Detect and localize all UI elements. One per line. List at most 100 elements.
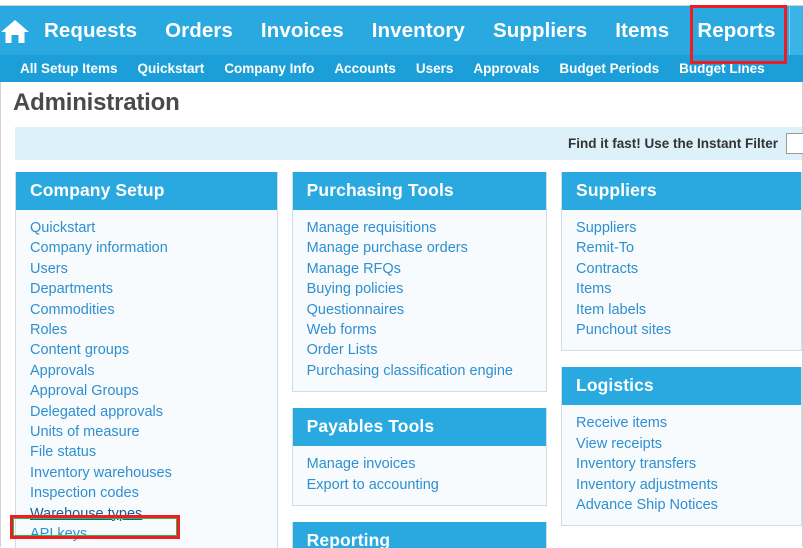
link-remit-to[interactable]: Remit-To [576, 240, 634, 256]
link-file-status[interactable]: File status [30, 444, 96, 460]
list-item[interactable]: Questionnaires [293, 300, 546, 320]
link-manage-invoices[interactable]: Manage invoices [307, 456, 416, 472]
subnav-item-users[interactable]: Users [416, 61, 454, 76]
list-item[interactable]: Manage RFQs [293, 259, 546, 279]
nav-item-suppliers[interactable]: Suppliers [479, 6, 601, 55]
link-commodities[interactable]: Commodities [30, 302, 115, 318]
nav-item-orders[interactable]: Orders [151, 6, 247, 55]
list-item[interactable]: Units of measure [16, 422, 277, 442]
list-item[interactable]: Contracts [562, 259, 801, 279]
link-content-groups[interactable]: Content groups [30, 342, 129, 358]
list-item[interactable]: Departments [16, 279, 277, 299]
list-item[interactable]: Manage purchase orders [293, 238, 546, 258]
list-item[interactable]: File status [16, 442, 277, 462]
link-manage-rfqs[interactable]: Manage RFQs [307, 261, 401, 277]
link-approval-groups[interactable]: Approval Groups [30, 383, 139, 399]
list-item[interactable]: Suppliers [562, 218, 801, 238]
link-inventory-transfers[interactable]: Inventory transfers [576, 456, 696, 472]
link-manage-purchase-orders[interactable]: Manage purchase orders [307, 240, 468, 256]
link-suppliers[interactable]: Suppliers [576, 220, 636, 236]
list-item[interactable]: Manage invoices [293, 454, 546, 474]
list-item[interactable]: Inventory warehouses [16, 463, 277, 483]
link-delegated-approvals[interactable]: Delegated approvals [30, 404, 163, 420]
nav-item-items[interactable]: Items [601, 6, 683, 55]
list-item[interactable]: Punchout sites [562, 320, 801, 340]
list-item[interactable]: Export to accounting [293, 475, 546, 495]
panel-list-company-setup: Quickstart Company information Users Dep… [16, 210, 277, 548]
list-item[interactable]: Buying policies [293, 279, 546, 299]
nav-item-requests[interactable]: Requests [30, 6, 151, 55]
link-questionnaires[interactable]: Questionnaires [307, 302, 405, 318]
list-item[interactable]: Users [16, 259, 277, 279]
link-inventory-adjustments[interactable]: Inventory adjustments [576, 477, 718, 493]
list-item[interactable]: Company information [16, 238, 277, 258]
list-item[interactable]: Item labels [562, 300, 801, 320]
link-advance-ship-notices[interactable]: Advance Ship Notices [576, 497, 718, 513]
list-item[interactable]: Approval Groups [16, 381, 277, 401]
link-punchout-sites[interactable]: Punchout sites [576, 322, 671, 338]
link-company-information[interactable]: Company information [30, 240, 168, 256]
list-item[interactable]: Purchasing classification engine [293, 361, 546, 381]
list-item[interactable]: Web forms [293, 320, 546, 340]
instant-filter-input[interactable] [786, 133, 803, 154]
subnav-item-company-info[interactable]: Company Info [224, 61, 314, 76]
nav-item-inventory[interactable]: Inventory [358, 6, 479, 55]
link-departments[interactable]: Departments [30, 281, 113, 297]
nav-item-invoices[interactable]: Invoices [247, 6, 358, 55]
link-api-keys[interactable]: API keys [30, 526, 87, 542]
list-item[interactable]: Warehouse types [16, 504, 277, 524]
column-suppliers-logistics: Suppliers Suppliers Remit-To Contracts I… [561, 172, 802, 548]
link-item-labels[interactable]: Item labels [576, 302, 646, 318]
link-receive-items[interactable]: Receive items [576, 415, 667, 431]
home-button[interactable] [0, 6, 30, 55]
subnav-item-budget-periods[interactable]: Budget Periods [559, 61, 659, 76]
link-warehouse-types[interactable]: Warehouse types [30, 506, 142, 522]
panel-suppliers: Suppliers Suppliers Remit-To Contracts I… [561, 172, 802, 352]
list-item[interactable]: Commodities [16, 300, 277, 320]
list-item[interactable]: Roles [16, 320, 277, 340]
link-export-to-accounting[interactable]: Export to accounting [307, 477, 439, 493]
instant-filter-bar: Find it fast! Use the Instant Filter [15, 127, 803, 160]
list-item[interactable]: Order Lists [293, 340, 546, 360]
list-item[interactable]: Quickstart [16, 218, 277, 238]
list-item[interactable]: Inspection codes [16, 483, 277, 503]
link-manage-requisitions[interactable]: Manage requisitions [307, 220, 437, 236]
list-item[interactable]: Delegated approvals [16, 402, 277, 422]
link-inspection-codes[interactable]: Inspection codes [30, 485, 139, 501]
nav-item-setup[interactable]: Setup [789, 6, 803, 55]
link-view-receipts[interactable]: View receipts [576, 436, 662, 452]
list-item[interactable]: API keys [16, 524, 277, 544]
link-roles[interactable]: Roles [30, 322, 67, 338]
page-title: Administration [13, 89, 180, 116]
link-approvals[interactable]: Approvals [30, 363, 94, 379]
list-item[interactable]: Approvals [16, 361, 277, 381]
list-item[interactable]: Content groups [16, 340, 277, 360]
list-item[interactable]: Security controls [16, 545, 277, 548]
link-units-of-measure[interactable]: Units of measure [30, 424, 140, 440]
subnav-item-quickstart[interactable]: Quickstart [138, 61, 205, 76]
panel-list-purchasing-tools: Manage requisitions Manage purchase orde… [293, 210, 546, 391]
link-order-lists[interactable]: Order Lists [307, 342, 378, 358]
link-quickstart[interactable]: Quickstart [30, 220, 95, 236]
link-web-forms[interactable]: Web forms [307, 322, 377, 338]
list-item[interactable]: Remit-To [562, 238, 801, 258]
list-item[interactable]: Receive items [562, 413, 801, 433]
link-inventory-warehouses[interactable]: Inventory warehouses [30, 465, 172, 481]
subnav-item-approvals[interactable]: Approvals [473, 61, 539, 76]
link-users[interactable]: Users [30, 261, 68, 277]
subnav-item-accounts[interactable]: Accounts [334, 61, 396, 76]
subnav-item-all-setup-items[interactable]: All Setup Items [20, 61, 118, 76]
link-contracts[interactable]: Contracts [576, 261, 638, 277]
list-item[interactable]: Items [562, 279, 801, 299]
nav-item-reports[interactable]: Reports [683, 6, 789, 55]
link-items[interactable]: Items [576, 281, 611, 297]
link-buying-policies[interactable]: Buying policies [307, 281, 404, 297]
link-purchasing-classification-engine[interactable]: Purchasing classification engine [307, 363, 513, 379]
list-item[interactable]: Inventory transfers [562, 454, 801, 474]
list-item[interactable]: Inventory adjustments [562, 475, 801, 495]
list-item[interactable]: Manage requisitions [293, 218, 546, 238]
panel-title-suppliers: Suppliers [562, 172, 801, 210]
list-item[interactable]: Advance Ship Notices [562, 495, 801, 515]
list-item[interactable]: View receipts [562, 434, 801, 454]
subnav-item-budget-lines[interactable]: Budget Lines [679, 61, 765, 76]
